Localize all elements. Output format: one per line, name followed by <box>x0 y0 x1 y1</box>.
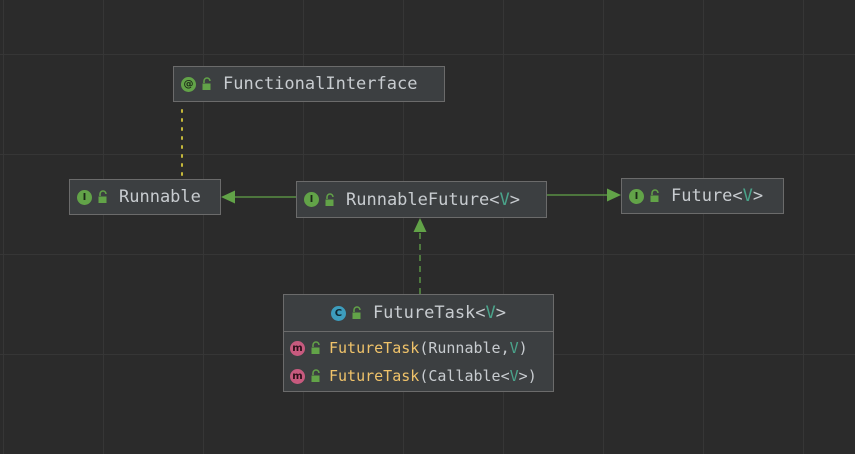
node-title: FutureTask <box>372 303 476 323</box>
public-lock-icon <box>98 190 107 203</box>
method-params-tail: > <box>518 367 528 385</box>
paren: ) <box>527 367 537 385</box>
interface-icon: I <box>77 189 92 205</box>
type-parameter: V <box>509 367 519 385</box>
method-name: FutureTask <box>329 339 420 357</box>
node-title: Future <box>671 186 733 206</box>
type-parameter: V <box>509 339 519 357</box>
method-params: Runnable, <box>428 339 510 357</box>
type-parameter: V <box>485 303 496 323</box>
diagram-canvas[interactable]: @ FunctionalInterface I Runnable I Runna… <box>0 0 855 454</box>
interface-icon: I <box>629 188 644 204</box>
method-params: Callable< <box>428 367 510 385</box>
type-bracket: > <box>495 303 507 323</box>
member-constructor-callable[interactable]: m FutureTask(Callable< V >) <box>284 362 553 390</box>
public-lock-icon <box>352 306 361 319</box>
method-icon: m <box>290 340 305 356</box>
node-title: Runnable <box>119 187 201 207</box>
public-lock-icon <box>325 192 334 206</box>
type-bracket: < <box>475 303 486 323</box>
annotation-icon: @ <box>181 76 196 92</box>
paren: ( <box>419 339 429 357</box>
type-bracket: > <box>752 186 764 206</box>
arrowhead-future <box>607 188 621 202</box>
type-bracket: < <box>732 186 743 206</box>
interface-icon: I <box>304 192 319 207</box>
paren: ) <box>518 339 528 357</box>
method-name: FutureTask <box>329 367 420 385</box>
arrowhead-runnable <box>221 190 235 204</box>
type-parameter: V <box>742 186 753 206</box>
node-runnable-future[interactable]: I RunnableFuture < V > <box>296 181 547 218</box>
node-title: RunnableFuture <box>346 189 490 210</box>
public-lock-icon <box>202 77 211 90</box>
type-bracket: < <box>489 189 500 210</box>
public-lock-icon <box>650 189 659 202</box>
public-lock-icon <box>311 369 320 382</box>
arrowhead-runnablefuture <box>413 218 427 232</box>
public-lock-icon <box>311 341 320 354</box>
type-bracket: > <box>509 189 521 210</box>
paren: ( <box>419 367 429 385</box>
node-functional-interface[interactable]: @ FunctionalInterface <box>173 66 445 102</box>
member-constructor-runnable[interactable]: m FutureTask(Runnable, V) <box>284 334 553 362</box>
class-icon: C <box>330 305 346 321</box>
type-parameter: V <box>499 189 510 210</box>
node-runnable[interactable]: I Runnable <box>69 179 221 215</box>
method-icon: m <box>290 368 305 384</box>
node-title: FunctionalInterface <box>223 74 418 94</box>
node-future-task[interactable]: C FutureTask < V > m FutureTask(Runnable, V… <box>283 294 554 392</box>
node-future[interactable]: I Future < V > <box>621 178 784 214</box>
